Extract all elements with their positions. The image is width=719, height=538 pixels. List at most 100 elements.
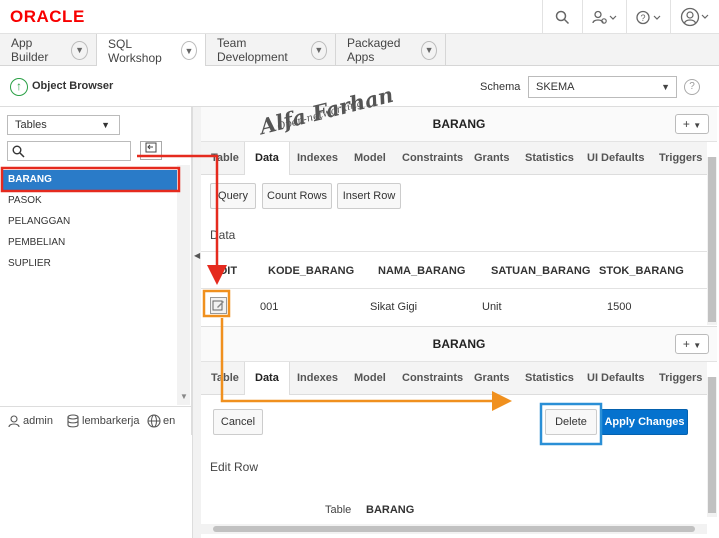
page-title: Object Browser [32,80,114,92]
refresh-button[interactable] [140,141,162,160]
tab-grants[interactable]: Grants [474,362,509,395]
tab-constraints[interactable]: Constraints [402,362,463,395]
tab-indexes[interactable]: Indexes [297,362,338,395]
section-label: Data [210,228,236,242]
tab-label: App Builder [11,36,49,64]
add-menu-button[interactable]: + ▼ [675,114,709,134]
user-settings-icon[interactable] [582,0,626,34]
tab-table[interactable]: Table [211,362,239,395]
column-header: NAMA_BARANG [378,265,466,277]
schema-label: Schema [480,81,521,93]
collapse-left-icon[interactable]: ◀ [194,251,200,260]
database-icon [67,414,79,428]
delete-button[interactable]: Delete [545,409,597,435]
scroll-thumb[interactable] [213,526,695,532]
tab-model[interactable]: Model [354,362,386,395]
tab-label: Packaged Apps [347,36,401,64]
column-header: EDIT [212,265,238,277]
count-rows-button[interactable]: Count Rows [262,183,332,209]
tab-data[interactable]: Data [244,362,290,395]
panel-splitter[interactable]: ◀ [192,107,201,538]
apply-changes-button[interactable]: Apply Changes [601,409,688,435]
tab-grants[interactable]: Grants [474,142,509,175]
table-item-pembelian[interactable]: PEMBELIAN [3,233,177,253]
tab-statistics[interactable]: Statistics [525,362,574,395]
chevron-down-icon: ▼ [661,82,670,92]
account-icon[interactable] [670,0,719,34]
column-header: KODE_BARANG [268,265,355,277]
scroll-thumb[interactable] [708,157,716,322]
tab-ui-defaults[interactable]: UI Defaults [587,142,644,175]
top-header: ORACLE ? [0,0,719,34]
table-row: 001 Sikat Gigi Unit 1500 [201,289,707,325]
chevron-down-icon[interactable]: ▼ [310,40,327,60]
user-name: admin [23,415,53,427]
insert-row-button[interactable]: Insert Row [337,183,401,209]
tab-label: Team Development [217,36,288,64]
tab-table[interactable]: Table [211,142,239,175]
tab-triggers[interactable]: Triggers [659,142,702,175]
tab-packaged-apps[interactable]: Packaged Apps ▼ [336,34,446,66]
chevron-down-icon[interactable]: ▼ [71,40,88,60]
tab-constraints[interactable]: Constraints [402,142,463,175]
chevron-down-icon[interactable]: ▼ [421,40,437,60]
column-header: SATUAN_BARANG [491,265,591,277]
panel-scrollbar[interactable] [707,157,717,325]
scroll-thumb[interactable] [708,377,716,513]
user-icon [8,415,20,428]
help-icon[interactable]: ? [626,0,670,34]
object-type-select[interactable]: Tables ▼ [7,115,120,135]
help-icon[interactable]: ? [684,79,700,95]
query-button[interactable]: Query [210,183,256,209]
up-arrow-icon[interactable]: ↑ [10,78,28,96]
tab-indexes[interactable]: Indexes [297,142,338,175]
chevron-down-icon[interactable]: ▼ [180,41,197,60]
globe-icon [147,414,161,428]
chevron-down-icon: ▼ [101,120,110,130]
list-scrollbar[interactable]: ▼ [177,165,190,405]
search-icon [12,145,25,158]
table-item-suplier[interactable]: SUPLIER [3,254,177,274]
object-type-value: Tables [15,119,47,131]
schema-select[interactable]: SKEMA ▼ [528,76,677,98]
tab-triggers[interactable]: Triggers [659,362,702,395]
tab-label: SQL Workshop [108,36,162,65]
object-list-panel: Tables ▼ BARANG PASOK PELANGGAN PEMBELIA… [0,107,192,435]
tab-model[interactable]: Model [354,142,386,175]
tab-data[interactable]: Data [244,142,290,175]
add-label: + [682,337,690,351]
add-menu-button[interactable]: + ▼ [675,334,709,354]
search-input[interactable] [7,141,131,161]
table-item-barang[interactable]: BARANG [3,170,177,190]
object-tabs: Table Data Indexes Model Constraints Gra… [201,142,707,175]
tab-ui-defaults[interactable]: UI Defaults [587,362,644,395]
cell-kode: 001 [260,301,279,313]
chevron-down-icon: ▼ [180,392,188,401]
data-panel: BARANG + ▼ Table Data Indexes Model Cons… [201,107,717,325]
table-item-pelanggan[interactable]: PELANGGAN [3,212,177,232]
panel-title: BARANG [201,327,717,362]
app-tabs: App Builder ▼ SQL Workshop ▼ Team Develo… [0,34,719,67]
tab-sql-workshop[interactable]: SQL Workshop ▼ [97,34,206,67]
section-label: Edit Row [210,460,259,474]
search-icon[interactable] [542,0,582,34]
edit-row-panel: BARANG + ▼ Table Data Indexes Model Cons… [201,326,717,538]
tab-team-development[interactable]: Team Development ▼ [206,34,336,66]
table-header: EDIT KODE_BARANG NAMA_BARANG SATUAN_BARA… [201,251,707,289]
field-label: Table [325,504,352,516]
tab-app-builder[interactable]: App Builder ▼ [0,34,97,66]
edit-row-icon[interactable] [210,297,227,314]
cell-satuan: Unit [482,301,502,313]
object-tabs: Table Data Indexes Model Constraints Gra… [201,362,707,395]
field-value: BARANG [366,504,415,516]
cancel-button[interactable]: Cancel [213,409,263,435]
table-item-pasok[interactable]: PASOK [3,191,177,211]
panel-scrollbar[interactable] [707,377,717,517]
horizontal-scrollbar[interactable] [201,524,707,534]
column-header: STOK_BARANG [599,265,684,277]
cell-stok: 1500 [607,301,632,313]
add-label: + [682,117,690,131]
tab-statistics[interactable]: Statistics [525,142,574,175]
oracle-logo: ORACLE [10,7,85,26]
workspace-name: lembarkerja [82,415,140,427]
